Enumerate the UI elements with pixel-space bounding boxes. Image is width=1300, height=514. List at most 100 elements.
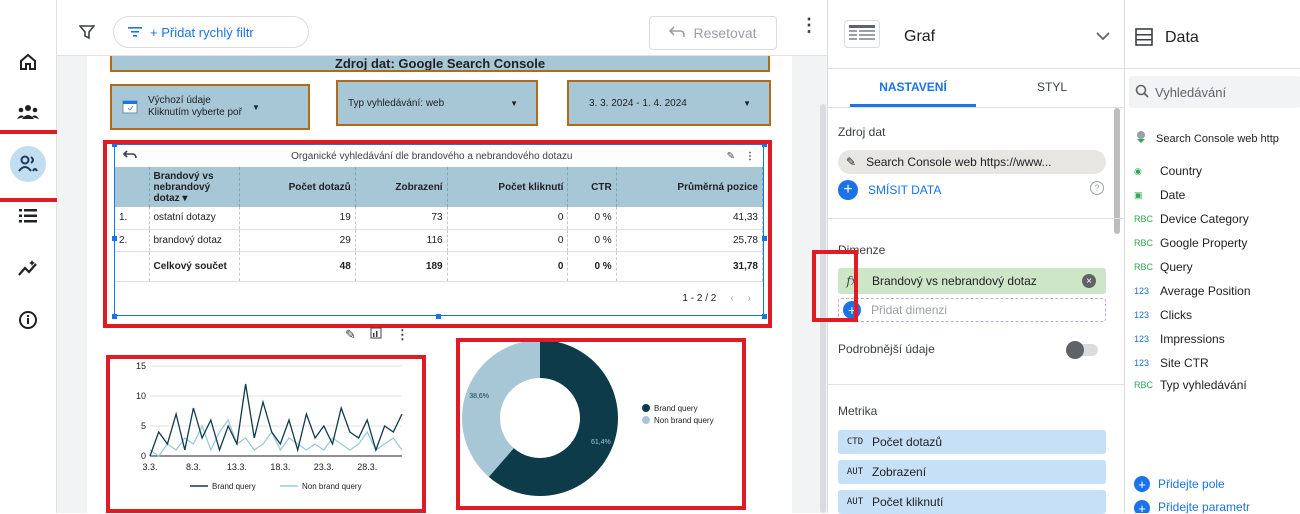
highlight-donut-chart [456,338,746,510]
add-chart-icon[interactable] [370,327,382,343]
dropdown-arrow-icon: ▼ [510,98,518,108]
dimension-chip[interactable]: fx Brandový vs nebrandový dotaz × [838,268,1106,294]
control-line1: Výchozí údaje [148,95,211,106]
more-vert-icon[interactable]: ⋮ [396,327,409,343]
search-type-label: Typ vyhledávání: web [348,97,445,109]
home-icon[interactable] [10,44,46,80]
chevron-down-icon[interactable] [1096,28,1110,44]
field-item[interactable]: RBC Device Category [1134,212,1249,226]
metric-chip[interactable]: CTD Počet dotazů [838,430,1106,454]
help-icon[interactable]: ? [1090,181,1104,195]
field-name: Average Position [1160,284,1251,298]
field-name: Date [1160,188,1186,202]
pencil-icon: ✎ [846,155,857,169]
dropdown-arrow-icon: ▼ [743,98,751,108]
quick-filter-label: + Přidat rychlý filtr [150,24,254,40]
data-panel-title: Data [1165,29,1199,46]
text-type-icon: RBC [1134,380,1154,390]
field-item[interactable]: ◉ Country [1134,164,1202,178]
plus-circle-icon: + [1134,476,1150,492]
field-search[interactable]: Vyhledávání [1129,76,1300,108]
search-icon [1135,84,1149,101]
number-type-icon: 123 [1134,358,1150,368]
filter-icon[interactable] [78,24,96,45]
people-group-icon[interactable] [10,94,46,130]
chart-type-label: Graf [904,28,936,45]
field-name: Impressions [1160,332,1225,346]
data-table-icon [1135,28,1153,51]
calendar-icon: ▣ [1134,189,1143,200]
dropdown-arrow-icon: ▼ [251,102,260,112]
edit-icon[interactable]: ✎ [345,327,356,343]
data-control[interactable]: Výchozí údaje Kliknutím vyberte poř ▼ [110,84,310,130]
field-name: Clicks [1160,308,1192,322]
source-heading: Zdroj dat [838,125,886,139]
reset-button[interactable]: Resetovat [649,16,777,50]
text-type-icon: RBC [1134,214,1154,224]
field-name: Google Property [1160,236,1248,250]
text-type-icon: RBC [1134,262,1154,272]
data-source-item[interactable]: Search Console web http [1134,130,1279,147]
field-item[interactable]: RBC Google Property [1134,236,1247,250]
props-scrollbar[interactable] [1114,108,1120,234]
tab-settings[interactable]: NASTAVENÍ [850,80,976,94]
add-field-button[interactable]: + Přidejte pole [1134,476,1225,492]
metric-name: Počet dotazů [872,435,943,449]
drilldown-label: Podrobnější údaje [838,342,935,356]
add-dimension-button[interactable]: + Přidat dimenzi [838,298,1106,322]
reset-label: Resetovat [693,25,757,41]
insights-icon[interactable] [10,250,46,286]
field-item[interactable]: 123 Site CTR [1134,356,1209,370]
calendar-icon [122,98,138,117]
number-type-icon: 123 [1134,310,1150,320]
field-name: Typ vyhledávání [1160,378,1247,392]
dimension-value: Brandový vs nebrandový dotaz [872,274,1037,288]
field-item[interactable]: 123 Average Position [1134,284,1251,298]
table-type-icon[interactable] [844,20,880,48]
plus-circle-icon: + [838,180,858,200]
field-item[interactable]: 123 Impressions [1134,332,1225,346]
tab-style[interactable]: STYL [1002,80,1102,94]
metric-type: CTD [846,437,864,447]
undo-icon [669,25,686,41]
add-parameter-label: Přidejte parametr [1158,500,1251,513]
search-type-control[interactable]: Typ vyhledávání: web ▼ [336,80,538,126]
quick-filter-button[interactable]: + Přidat rychlý filtr [113,16,309,48]
filter-list-icon [128,25,142,40]
metric-chip[interactable]: AUT Počet kliknutí [838,490,1106,514]
data-panel: Data Vyhledávání [1124,0,1300,513]
field-item[interactable]: RBC Query [1134,260,1193,274]
field-item[interactable]: 123 Clicks [1134,308,1192,322]
search-placeholder: Vyhledávání [1155,84,1227,100]
data-source-chip[interactable]: ✎ Search Console web https://www... [838,150,1106,174]
blend-data-button[interactable]: + SMÍSIT DATA [838,180,941,200]
chart-actions: ✎ ⋮ [345,327,409,343]
field-name: Country [1160,164,1203,178]
add-field-label: Přidejte pole [1158,477,1225,491]
data-source-name: Search Console web http [1156,132,1279,145]
text-type-icon: RBC [1134,238,1154,248]
globe-icon: ◉ [1134,165,1142,176]
drilldown-toggle[interactable] [1066,341,1098,359]
field-item[interactable]: ▣ Date [1134,188,1185,202]
data-source-value: Search Console web https://www... [866,155,1052,169]
highlight-fx [812,250,858,322]
date-range-control[interactable]: 3. 3. 2024 - 1. 4. 2024 ▼ [567,80,771,126]
field-item[interactable]: RBC Typ vyhledávání [1134,378,1247,392]
date-range-label: 3. 3. 2024 - 1. 4. 2024 [589,97,687,109]
metric-type: AUT [846,497,864,507]
add-parameter-button[interactable]: + Přidejte parametr [1134,500,1250,513]
remove-icon[interactable]: × [1082,274,1096,288]
metric-heading: Metrika [838,404,878,418]
info-icon[interactable] [10,302,46,338]
metric-name: Počet kliknutí [872,495,944,509]
list-icon[interactable] [10,198,46,234]
metric-chip[interactable]: AUT Zobrazení [838,460,1106,484]
left-nav [0,0,57,513]
metric-type: AUT [846,467,864,477]
highlight-table [103,140,772,328]
more-vert-icon[interactable]: ⋮ [800,16,818,34]
blend-label: SMÍSIT DATA [868,183,942,197]
number-type-icon: 123 [1134,334,1150,344]
control-line2: Kliknutím vyberte poř [148,107,242,118]
